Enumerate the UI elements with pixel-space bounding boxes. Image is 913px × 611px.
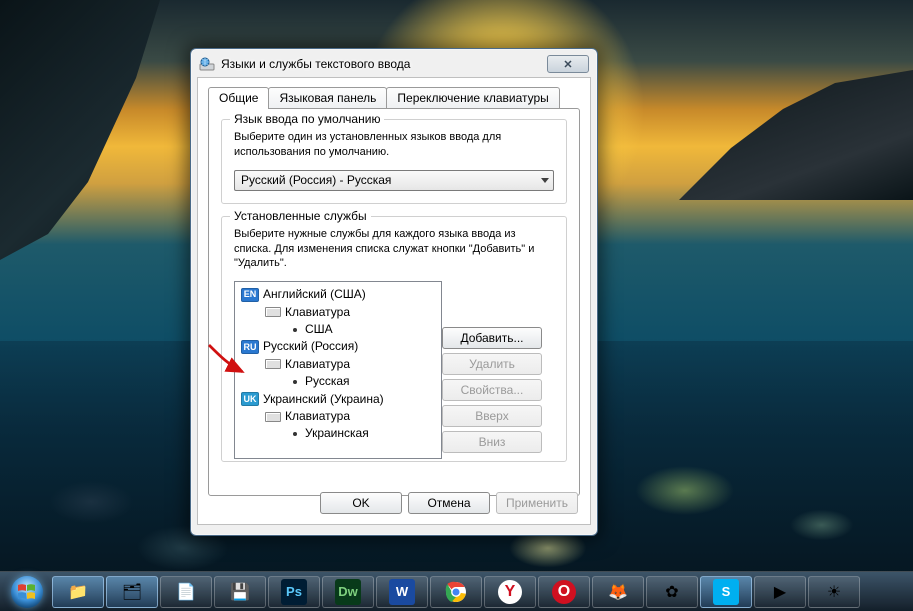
weather-icon: ☀ (822, 580, 846, 604)
tree-keyboard-label: Клавиатура (285, 304, 350, 321)
keyboard-icon (265, 359, 281, 369)
skype-icon: S (713, 579, 739, 605)
opera-icon: O (552, 580, 576, 604)
tab-language-bar-label: Языковая панель (279, 91, 376, 105)
tab-general-label: Общие (219, 91, 258, 105)
taskbar-item-yandex[interactable]: Y (484, 576, 536, 608)
dreamweaver-icon: Dw (335, 579, 361, 605)
cancel-button[interactable]: Отмена (408, 492, 490, 514)
tabstrip: Общие Языковая панель Переключение клави… (208, 85, 580, 109)
dialog-bottom-buttons: OK Отмена Применить (320, 492, 578, 514)
tree-layout-row[interactable]: Русская (241, 373, 435, 390)
yandex-icon: Y (498, 580, 522, 604)
taskbar-item-firefox[interactable]: 🦊 (592, 576, 644, 608)
group-default-language-help: Выберите один из установленных языков вв… (234, 130, 554, 160)
language-badge-icon: EN (241, 288, 259, 302)
wallpaper-rock-right (653, 70, 913, 200)
apply-button[interactable]: Применить (496, 492, 578, 514)
taskbar-item-save[interactable]: 💾 (214, 576, 266, 608)
move-down-button[interactable]: Вниз (442, 431, 542, 453)
language-badge-icon: UK (241, 392, 259, 406)
keyboard-icon (265, 412, 281, 422)
tabpanel-general: Язык ввода по умолчанию Выберите один из… (208, 108, 580, 496)
taskbar-item-dreamweaver[interactable]: Dw (322, 576, 374, 608)
taskbar-item-notepad[interactable]: 📄 (160, 576, 212, 608)
chrome-icon (444, 580, 468, 604)
tree-keyboard-row[interactable]: Клавиатура (241, 408, 435, 425)
taskbar-item-skype[interactable]: S (700, 576, 752, 608)
properties-button[interactable]: Свойства... (442, 379, 542, 401)
close-icon: ✕ (563, 58, 572, 71)
taskbar-item-photoshop[interactable]: Ps (268, 576, 320, 608)
add-button[interactable]: Добавить... (442, 327, 542, 349)
desktop: Языки и службы текстового ввода ✕ Общие … (0, 0, 913, 611)
chevron-down-icon (541, 178, 549, 183)
group-installed-services-legend: Установленные службы (230, 209, 371, 223)
icq-icon: ✿ (660, 580, 684, 604)
tree-layout-row[interactable]: США (241, 321, 435, 338)
taskbar-item-media[interactable]: ▶ (754, 576, 806, 608)
libraries-icon: 🗂 (120, 580, 144, 604)
tree-language-name: Английский (США) (263, 286, 366, 303)
ok-button[interactable]: OK (320, 492, 402, 514)
tab-key-switch[interactable]: Переключение клавиатуры (386, 87, 559, 109)
taskbar-item-weather[interactable]: ☀ (808, 576, 860, 608)
tree-layout-name: Украинская (305, 425, 369, 442)
close-button[interactable]: ✕ (547, 55, 589, 73)
keyboard-globe-icon (199, 56, 215, 72)
tab-key-switch-label: Переключение клавиатуры (397, 91, 548, 105)
windows-logo-icon (10, 575, 44, 609)
taskbar-item-chrome[interactable] (430, 576, 482, 608)
installed-languages-tree[interactable]: ENАнглийский (США)КлавиатураСШАRUРусский… (234, 281, 442, 459)
start-button[interactable] (4, 574, 50, 610)
titlebar[interactable]: Языки и службы текстового ввода ✕ (197, 55, 591, 77)
group-installed-services-help: Выберите нужные службы для каждого языка… (234, 227, 554, 272)
bullet-icon (293, 380, 297, 384)
tree-layout-row[interactable]: Украинская (241, 425, 435, 442)
save-icon: 💾 (228, 580, 252, 604)
explorer-icon: 📁 (66, 580, 90, 604)
language-badge-icon: RU (241, 340, 259, 354)
dialog-title: Языки и службы текстового ввода (221, 57, 541, 71)
media-icon: ▶ (768, 580, 792, 604)
group-installed-services: Установленные службы Выберите нужные слу… (221, 216, 567, 462)
bullet-icon (293, 432, 297, 436)
remove-button[interactable]: Удалить (442, 353, 542, 375)
default-language-dropdown[interactable]: Русский (Россия) - Русская (234, 170, 554, 191)
tab-language-bar[interactable]: Языковая панель (268, 87, 387, 109)
group-default-language: Язык ввода по умолчанию Выберите один из… (221, 119, 567, 204)
word-icon: W (389, 579, 415, 605)
group-default-language-legend: Язык ввода по умолчанию (230, 112, 384, 126)
side-buttons: Добавить... Удалить Свойства... Вверх Вн… (442, 327, 542, 505)
tree-language-row[interactable]: RU Русский (Россия) (241, 338, 435, 355)
firefox-icon: 🦊 (606, 580, 630, 604)
tree-keyboard-label: Клавиатура (285, 356, 350, 373)
taskbar-item-explorer[interactable]: 📁 (52, 576, 104, 608)
default-language-value: Русский (Россия) - Русская (241, 173, 391, 187)
move-up-button[interactable]: Вверх (442, 405, 542, 427)
tree-language-name: Украинский (Украина) (263, 391, 384, 408)
tree-layout-name: США (305, 321, 333, 338)
tree-layout-name: Русская (305, 373, 350, 390)
tree-keyboard-row[interactable]: Клавиатура (241, 356, 435, 373)
keyboard-icon (265, 307, 281, 317)
tree-language-row[interactable]: UK Украинский (Украина) (241, 391, 435, 408)
photoshop-icon: Ps (281, 579, 307, 605)
tree-language-row[interactable]: EN Английский (США) (241, 286, 435, 303)
dialog-client: Общие Языковая панель Переключение клави… (197, 77, 591, 525)
notepad-icon: 📄 (174, 580, 198, 604)
bullet-icon (293, 328, 297, 332)
taskbar[interactable]: 📁 🗂 📄 💾 Ps Dw W Y O 🦊 ✿ S ▶ ☀ (0, 571, 913, 611)
tree-language-name: Русский (Россия) (263, 338, 358, 355)
taskbar-item-word[interactable]: W (376, 576, 428, 608)
taskbar-item-libraries[interactable]: 🗂 (106, 576, 158, 608)
tree-keyboard-row[interactable]: Клавиатура (241, 304, 435, 321)
tab-general[interactable]: Общие (208, 87, 269, 109)
taskbar-item-icq[interactable]: ✿ (646, 576, 698, 608)
tree-keyboard-label: Клавиатура (285, 408, 350, 425)
wallpaper-rocks-left (0, 0, 160, 260)
taskbar-item-opera[interactable]: O (538, 576, 590, 608)
text-services-dialog: Языки и службы текстового ввода ✕ Общие … (190, 48, 598, 536)
